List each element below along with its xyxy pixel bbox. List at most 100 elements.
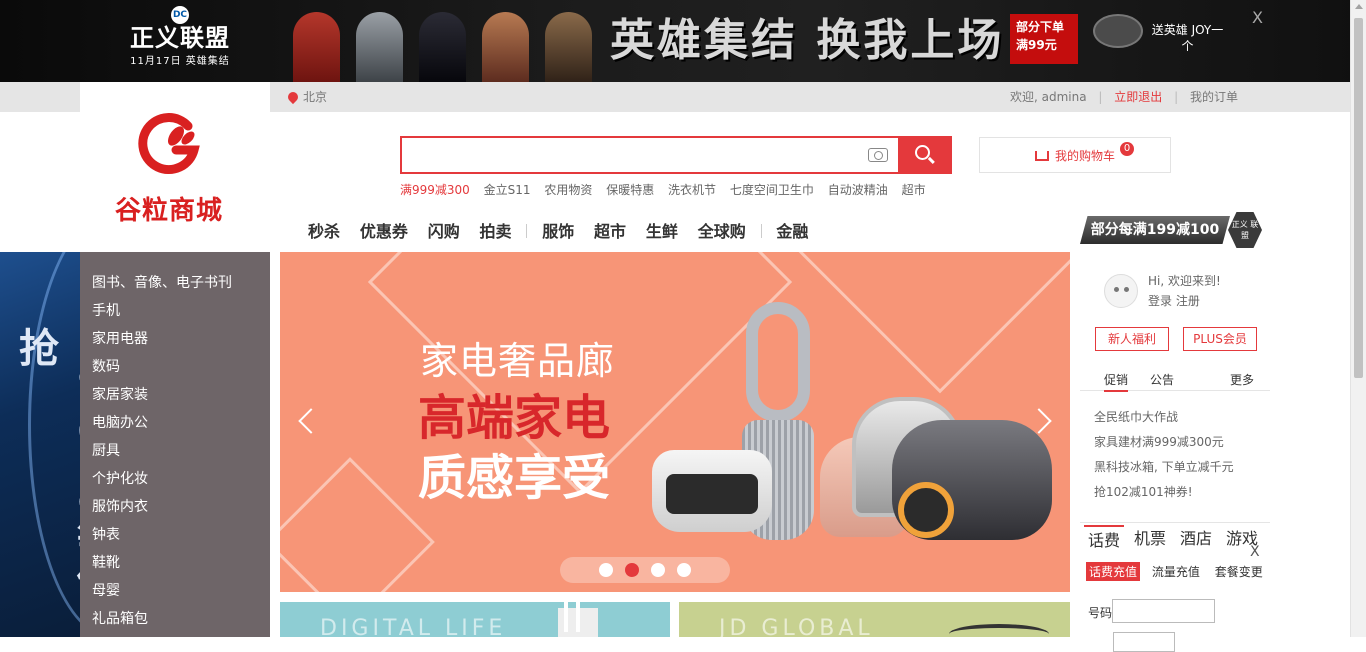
nav-item-flash[interactable]: 闪购 — [428, 218, 460, 246]
nav-separator — [760, 224, 762, 238]
category-item[interactable]: 手机 — [80, 297, 270, 325]
category-item[interactable]: 图书、音像、电子书刊 — [80, 269, 270, 297]
nav-item-fresh[interactable]: 生鲜 — [646, 218, 678, 246]
logout-link[interactable]: 立即退出 — [1114, 90, 1162, 104]
news-item[interactable]: 抢102减101神券! — [1094, 480, 1234, 505]
category-item[interactable]: 钟表 — [80, 521, 270, 549]
carousel-dot[interactable] — [650, 563, 665, 577]
product-vacuum-image — [892, 420, 1052, 540]
nav-item-supermarket[interactable]: 超市 — [594, 218, 626, 246]
hero-figure — [474, 0, 537, 82]
login-link[interactable]: 登录 — [1148, 294, 1172, 308]
search-button[interactable] — [898, 136, 952, 174]
news-list: 全民纸巾大作战 家具建材满999减300元 黑科技冰箱, 下单立减千元 抢102… — [1094, 405, 1234, 505]
phone-number-input[interactable] — [1112, 599, 1215, 623]
hotword-link[interactable]: 满999减300 — [400, 183, 470, 197]
hero-figure — [348, 0, 411, 82]
carousel-dot[interactable] — [599, 563, 614, 577]
register-link[interactable]: 注册 — [1176, 294, 1200, 308]
side-background-ad[interactable]: Mate 10等你抢 — [0, 252, 80, 637]
category-item[interactable]: 家居家装 — [80, 381, 270, 409]
hotword-link[interactable]: 农用物资 — [544, 183, 592, 197]
justice-league-logo: DC 正义联盟 11月17日 英雄集结 — [120, 6, 240, 76]
corner-promo-text: 部分每满199减100 — [1080, 216, 1230, 244]
scrollbar-thumb[interactable] — [1354, 18, 1363, 378]
tab-flights[interactable]: 机票 — [1130, 525, 1170, 549]
category-item[interactable]: 个护化妆 — [80, 465, 270, 493]
separator: | — [1174, 90, 1179, 104]
cart-count-badge: 0 — [1120, 142, 1134, 156]
tab-promotions[interactable]: 促销 — [1104, 371, 1129, 392]
top-promo-banner[interactable]: DC 正义联盟 11月17日 英雄集结 英雄集结 换我上场 部分下单 满99元 … — [0, 0, 1366, 82]
greeting-text: Hi, 欢迎来到! — [1148, 274, 1221, 288]
category-item[interactable]: 家用电器 — [80, 325, 270, 353]
nav-item-finance[interactable]: 金融 — [776, 218, 808, 246]
pot-image — [1093, 14, 1143, 48]
sub-banner-global[interactable]: JD GLOBAL — [679, 602, 1070, 637]
hero-figure — [411, 0, 474, 82]
close-banner-icon[interactable]: X — [1252, 8, 1263, 27]
nav-item-seckill[interactable]: 秒杀 — [308, 218, 340, 246]
nav-item-coupons[interactable]: 优惠券 — [360, 218, 408, 246]
carousel-next-arrow-icon[interactable] — [1034, 402, 1054, 442]
category-item[interactable]: 数码 — [80, 353, 270, 381]
carousel-dot-active[interactable] — [625, 563, 640, 577]
category-item[interactable]: 礼品箱包 — [80, 605, 270, 633]
decor-diamond — [280, 457, 435, 592]
category-item[interactable]: 厨具 — [80, 437, 270, 465]
more-link[interactable]: 更多 — [1230, 371, 1254, 388]
category-menu: 图书、音像、电子书刊 手机 家用电器 数码 家居家装 电脑办公 厨具 个护化妆 … — [80, 252, 270, 637]
decor-diamond — [798, 252, 1070, 394]
avatar[interactable] — [1104, 274, 1138, 308]
tab-hotels[interactable]: 酒店 — [1176, 525, 1216, 549]
amount-select[interactable] — [1113, 632, 1175, 652]
corner-promo[interactable]: 部分每满199减100 正义 联盟 — [1080, 212, 1262, 248]
site-logo[interactable]: 谷粒商城 — [80, 82, 270, 252]
news-tabs: 促销 公告 更多 — [1080, 367, 1270, 392]
category-item[interactable]: 电脑办公 — [80, 409, 270, 437]
hotword-link[interactable]: 洗衣机节 — [668, 183, 716, 197]
plus-member-button[interactable]: PLUS会员 — [1183, 327, 1257, 351]
news-item[interactable]: 全民纸巾大作战 — [1094, 405, 1234, 430]
category-item[interactable]: 服饰内衣 — [80, 493, 270, 521]
subtab-data-recharge[interactable]: 流量充值 — [1149, 562, 1203, 581]
cart-icon — [1034, 151, 1049, 161]
sub-banner-digital[interactable]: DIGITAL LIFE — [280, 602, 670, 637]
hero-figure — [285, 0, 348, 82]
corner-promo-badge: 正义 联盟 — [1228, 212, 1262, 248]
cart-button[interactable]: 我的购物车 0 — [979, 137, 1171, 173]
hotword-link[interactable]: 七度空间卫生巾 — [730, 183, 814, 197]
search-input[interactable] — [402, 138, 862, 172]
search-icon — [915, 145, 930, 160]
page-scrollbar[interactable] — [1350, 0, 1366, 637]
nav-item-auction[interactable]: 拍卖 — [480, 218, 512, 246]
nav-item-fashion[interactable]: 服饰 — [542, 218, 574, 246]
product-vr-headset-image — [652, 450, 772, 532]
news-item[interactable]: 黑科技冰箱, 下单立减千元 — [1094, 455, 1234, 480]
scroll-up-arrow-icon[interactable] — [1355, 4, 1363, 9]
category-item[interactable]: 母婴 — [80, 577, 270, 605]
hotword-link[interactable]: 自动波精油 — [828, 183, 888, 197]
camera-icon[interactable] — [868, 148, 888, 162]
hotword-link[interactable]: 金立S11 — [484, 183, 531, 197]
new-user-benefits-button[interactable]: 新人福利 — [1095, 327, 1169, 351]
tab-announcements[interactable]: 公告 — [1150, 371, 1174, 388]
user-links: 欢迎, admina | 立即退出 | 我的订单 — [1010, 82, 1238, 112]
carousel-dot[interactable] — [676, 563, 691, 577]
news-item[interactable]: 家具建材满999减300元 — [1094, 430, 1234, 455]
hot-search-words: 满999减300 金立S11 农用物资 保暖特惠 洗衣机节 七度空间卫生巾 自动… — [400, 181, 936, 198]
my-orders-link[interactable]: 我的订单 — [1190, 90, 1238, 104]
hero-carousel[interactable]: 家电奢品廊 高端家电 质感享受 — [280, 252, 1070, 592]
close-service-icon[interactable]: X — [1250, 544, 1260, 560]
carousel-prev-arrow-icon[interactable] — [296, 402, 316, 442]
subtab-phone-recharge[interactable]: 话费充值 — [1086, 562, 1141, 581]
dc-logo-icon: DC — [171, 6, 189, 24]
hotword-link[interactable]: 超市 — [902, 183, 926, 197]
subtab-plan-change[interactable]: 套餐变更 — [1212, 562, 1266, 581]
tab-phone-bill[interactable]: 话费 — [1084, 525, 1125, 551]
hotword-link[interactable]: 保暖特惠 — [606, 183, 654, 197]
location-selector[interactable]: 北京 — [285, 82, 327, 112]
category-item[interactable]: 鞋靴 — [80, 549, 270, 577]
nav-item-global[interactable]: 全球购 — [698, 218, 746, 246]
promo-deal: 部分下单 满99元 送英雄 JOY一个 — [1005, 8, 1225, 68]
